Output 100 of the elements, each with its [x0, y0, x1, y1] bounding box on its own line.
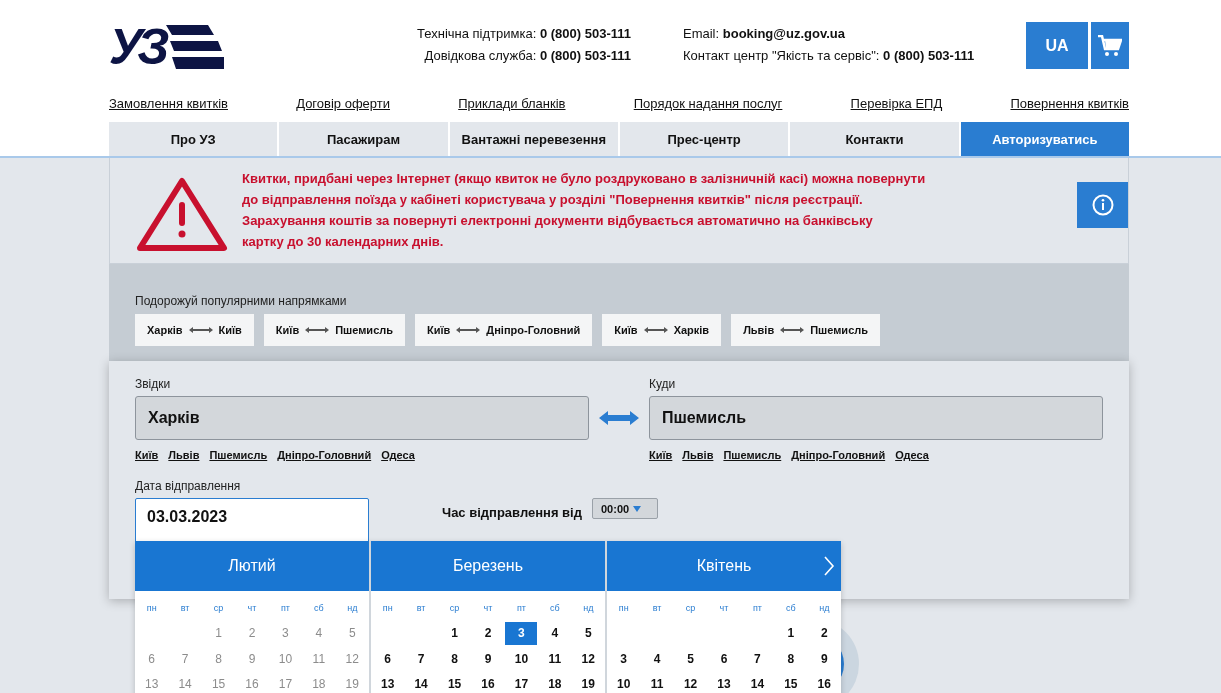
calendar-day[interactable]: 3 — [607, 647, 640, 671]
calendar-day[interactable]: 7 — [405, 647, 438, 671]
calendar-day[interactable]: 5 — [572, 621, 605, 645]
calendar-day[interactable]: 6 — [708, 647, 740, 671]
calendar-day[interactable]: 9 — [472, 647, 504, 671]
calendar-day[interactable]: 15 — [438, 672, 471, 693]
route-chip[interactable]: Київ Харків — [602, 314, 722, 346]
calendar-day[interactable]: 12 — [674, 672, 707, 693]
weekday-label: пт — [516, 602, 526, 613]
cart-icon — [1098, 34, 1122, 57]
next-month-button[interactable] — [821, 556, 837, 576]
top-link[interactable]: Перевірка ЕПД — [850, 95, 943, 111]
calendar-day[interactable]: 14 — [741, 672, 774, 693]
double-arrow-icon — [456, 327, 481, 333]
caret-icon — [633, 505, 642, 512]
weekday-label: сб — [550, 602, 560, 613]
station-link[interactable]: Пшемисль — [209, 449, 268, 461]
weekday-label: пт — [752, 602, 762, 613]
nav-tab[interactable]: Авторизуватись — [960, 122, 1129, 156]
field-label: Дата відправлення — [135, 479, 242, 495]
weekday-label: нд — [347, 602, 358, 613]
weekday-label: пт — [280, 602, 290, 613]
swap-icon[interactable] — [599, 411, 639, 425]
nav-tab[interactable]: Пасажирам — [279, 122, 448, 156]
calendar-day[interactable]: 9 — [808, 647, 841, 671]
calendar-day[interactable]: 16 — [472, 672, 504, 693]
nav-tab[interactable]: Про УЗ — [109, 122, 278, 156]
route-chip[interactable]: Київ Пшемисль — [263, 314, 405, 346]
nav-tab[interactable]: Прес-центр — [620, 122, 789, 156]
calendar-day[interactable]: 4 — [641, 647, 674, 671]
cart-button[interactable] — [1091, 22, 1129, 69]
calendar-day[interactable]: 6 — [371, 647, 404, 671]
contact-info: Email: booking@uz.gov.ua — [683, 26, 846, 42]
weekday-label: пн — [382, 602, 393, 613]
calendar-day[interactable]: 1 — [438, 621, 471, 645]
station-link[interactable]: Львів — [682, 449, 714, 461]
calendar-day[interactable]: 11 — [538, 647, 571, 671]
from-field[interactable]: Харків — [135, 396, 589, 440]
weekday-label: вт — [180, 602, 190, 613]
weekday-label: чт — [483, 602, 493, 613]
calendar-day[interactable]: 13 — [371, 672, 404, 693]
top-link[interactable]: Замовлення квитків — [109, 95, 228, 111]
time-label: Час відправлення від — [442, 505, 582, 520]
route-chip[interactable]: Львів Пшемисль — [731, 314, 880, 346]
contact-phone: Технічна підтримка: 0 (800) 503-111 — [417, 26, 631, 42]
calendar-day[interactable]: 12 — [572, 647, 605, 671]
weekday-label: вт — [652, 602, 662, 613]
logo[interactable]: УЗ — [109, 22, 249, 72]
weekday-label: ср — [449, 602, 460, 613]
to-field[interactable]: Пшемисль — [649, 396, 1103, 440]
contact-phone: Довідкова служба: 0 (800) 503-111 — [424, 48, 631, 64]
calendar-day[interactable]: 18 — [538, 672, 571, 693]
weekday-label: нд — [583, 602, 594, 613]
calendar-day[interactable]: 5 — [674, 647, 707, 671]
route-chip[interactable]: Київ Дніпро-Головний — [415, 314, 593, 346]
calendar-day[interactable]: 2 — [472, 621, 504, 645]
calendar-day[interactable]: 10 — [505, 647, 538, 671]
calendar-day[interactable]: 17 — [505, 672, 538, 693]
calendar-day[interactable]: 10 — [607, 672, 640, 693]
top-link[interactable]: Договір оферти — [296, 95, 390, 111]
station-link[interactable]: Дніпро-Головний — [791, 449, 886, 461]
station-link[interactable]: Львів — [168, 449, 200, 461]
station-link[interactable]: Київ — [649, 449, 673, 461]
calendar-day[interactable]: 8 — [774, 647, 807, 671]
nav-tab[interactable]: Контакти — [790, 122, 959, 156]
double-arrow-icon — [305, 327, 330, 333]
calendar-day[interactable]: 13 — [708, 672, 740, 693]
weekday-label: сб — [314, 602, 324, 613]
calendar-day[interactable]: 7 — [741, 647, 774, 671]
top-link[interactable]: Порядок надання послуг — [633, 95, 783, 111]
language-button[interactable]: UA — [1026, 22, 1088, 69]
calendar-day[interactable]: 1 — [774, 621, 807, 645]
time-select[interactable]: 00:00 — [592, 498, 658, 519]
field-label: Звідки — [135, 377, 172, 393]
calendar-day[interactable]: 14 — [405, 672, 438, 693]
top-link[interactable]: Повернення квитків — [1010, 95, 1129, 111]
calendar-day[interactable]: 16 — [808, 672, 841, 693]
nav-tab[interactable]: Вантажні перевезення — [449, 122, 618, 156]
weekday-label: пн — [618, 602, 629, 613]
month-name: Лютий — [228, 557, 276, 575]
station-link[interactable]: Одеса — [895, 449, 929, 461]
weekday-label: ср — [213, 602, 224, 613]
weekday-label: вт — [416, 602, 426, 613]
warning-icon — [136, 176, 228, 252]
station-link[interactable]: Київ — [135, 449, 159, 461]
calendar-day[interactable]: 19 — [572, 672, 605, 693]
top-link[interactable]: Приклади бланків — [458, 95, 566, 111]
route-chip[interactable]: Харків Київ — [135, 314, 254, 346]
calendar-day[interactable]: 3 — [505, 621, 538, 645]
calendar-day[interactable]: 8 — [438, 647, 471, 671]
info-button[interactable] — [1077, 182, 1128, 228]
calendar-day[interactable]: 4 — [538, 621, 571, 645]
calendar-day[interactable]: 2 — [808, 621, 841, 645]
calendar-day[interactable]: 11 — [641, 672, 674, 693]
station-link[interactable]: Пшемисль — [723, 449, 782, 461]
weekday-label: пн — [146, 602, 157, 613]
calendar-day[interactable]: 15 — [774, 672, 807, 693]
station-link[interactable]: Дніпро-Головний — [277, 449, 372, 461]
station-link[interactable]: Одеса — [381, 449, 415, 461]
month-name: Квітень — [696, 557, 752, 575]
